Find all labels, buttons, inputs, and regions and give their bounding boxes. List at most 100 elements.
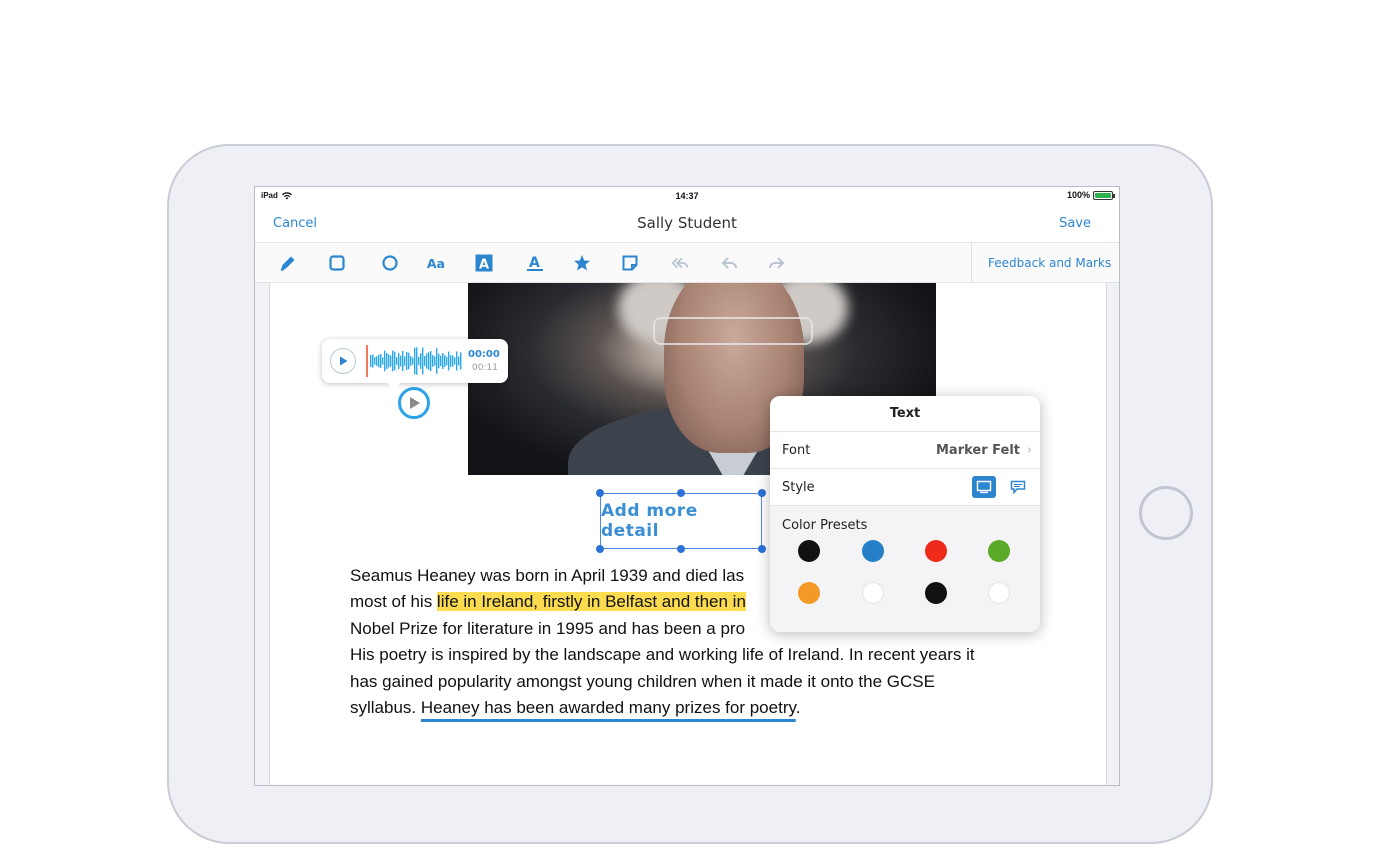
feedback-and-marks-button[interactable]: Feedback and Marks: [988, 256, 1111, 270]
color-swatch[interactable]: [798, 582, 820, 604]
undo-all-icon[interactable]: [669, 252, 691, 274]
audio-waveform[interactable]: [366, 345, 464, 377]
audio-callout-tail: [386, 382, 402, 390]
text-box-tool-icon[interactable]: A: [473, 252, 495, 274]
waveform-bar: [380, 354, 382, 368]
waveform-bar: [418, 356, 420, 366]
waveform-bar: [402, 350, 404, 372]
waveform-bar: [374, 357, 376, 365]
waveform-bar: [414, 347, 416, 375]
color-swatch[interactable]: [862, 582, 884, 604]
waveform-bar: [428, 352, 430, 370]
waveform-bar: [454, 357, 456, 365]
battery-fill: [1095, 192, 1111, 198]
style-bubble-button[interactable]: [1006, 476, 1030, 498]
waveform-bar: [398, 352, 400, 370]
toolbar-divider: [971, 243, 972, 283]
waveform-bar: [440, 355, 442, 367]
waveform-bar: [370, 355, 372, 367]
waveform-bar: [386, 352, 388, 370]
waveform-bar: [392, 350, 394, 372]
text-line: has gained popularity amongst young chil…: [350, 671, 935, 691]
rectangle-tool-icon[interactable]: [326, 252, 348, 274]
navigation-bar: Cancel Sally Student Save: [255, 207, 1119, 243]
waveform-bar: [456, 351, 458, 371]
battery-icon: [1093, 190, 1115, 200]
chevron-right-icon: ›: [1026, 443, 1032, 458]
resize-handle[interactable]: [677, 489, 685, 497]
waveform-bar: [434, 356, 436, 366]
status-bar: iPad 14:37 100%: [255, 187, 1119, 207]
pen-tool-icon[interactable]: [277, 252, 299, 274]
audio-elapsed-time: 00:00: [468, 349, 500, 360]
color-swatch[interactable]: [862, 540, 884, 562]
status-time: 14:37: [675, 191, 699, 201]
audio-play-button[interactable]: [330, 348, 356, 374]
font-row[interactable]: Font Marker Felt ›: [770, 432, 1040, 469]
resize-handle[interactable]: [677, 545, 685, 553]
waveform-bar: [408, 352, 410, 370]
style-row: Style: [770, 469, 1040, 506]
annotation-toolbar: Aa A A Feedback and Marks: [255, 243, 1119, 283]
waveform-bar: [400, 355, 402, 367]
font-label: Font: [782, 443, 811, 458]
highlighted-text[interactable]: life in Ireland, firstly in Belfast and …: [436, 592, 746, 612]
waveform-bar: [412, 357, 414, 365]
color-presets-label: Color Presets: [782, 518, 868, 533]
waveform-bar: [426, 353, 428, 369]
svg-text:Aa: Aa: [427, 256, 445, 271]
color-swatch[interactable]: [988, 582, 1010, 604]
color-swatch[interactable]: [988, 540, 1010, 562]
waveform-bar: [416, 347, 418, 375]
popover-title: Text: [770, 396, 1040, 432]
save-button[interactable]: Save: [1059, 216, 1091, 231]
undo-icon[interactable]: [719, 252, 741, 274]
waveform-bar: [424, 355, 426, 367]
waveform-bar: [410, 356, 412, 366]
text-fragment: syllabus.: [350, 698, 421, 718]
resize-handle[interactable]: [596, 489, 604, 497]
waveform-bar: [460, 352, 462, 370]
text-tool-icon[interactable]: Aa: [425, 252, 447, 274]
redo-icon[interactable]: [765, 252, 787, 274]
font-value: Marker Felt: [935, 443, 1020, 458]
audio-duration: 00:11: [472, 363, 498, 373]
circle-tool-icon[interactable]: [379, 252, 401, 274]
text-settings-popover: Text Font Marker Felt › Style Color Pres…: [770, 396, 1040, 632]
svg-text:A: A: [479, 258, 489, 273]
photo-detail: [653, 317, 813, 345]
playhead[interactable]: [366, 345, 368, 377]
waveform-bar: [448, 351, 450, 371]
waveform-bar: [432, 355, 434, 367]
stamp-tool-icon[interactable]: [571, 252, 593, 274]
waveform-bar: [378, 354, 380, 368]
waveform-bar: [444, 355, 446, 367]
svg-text:A: A: [529, 255, 540, 271]
style-label: Style: [782, 480, 815, 495]
color-swatch[interactable]: [798, 540, 820, 562]
waveform-bar: [372, 354, 374, 368]
resize-handle[interactable]: [758, 489, 766, 497]
audio-marker-button[interactable]: [398, 387, 430, 419]
home-button[interactable]: [1139, 486, 1193, 540]
underlined-text[interactable]: Heaney has been awarded many prizes for …: [421, 698, 796, 717]
color-presets-section: Color Presets: [770, 506, 1040, 632]
waveform-bar: [436, 348, 438, 374]
style-options: [972, 476, 1030, 498]
style-box-button[interactable]: [972, 476, 996, 498]
resize-handle[interactable]: [758, 545, 766, 553]
text-annotation-label[interactable]: Add more detail: [601, 501, 761, 541]
waveform-bar: [446, 356, 448, 366]
color-swatch[interactable]: [925, 582, 947, 604]
waveform-bar: [450, 355, 452, 367]
highlight-text-tool-icon[interactable]: A: [524, 252, 546, 274]
text-annotation-box[interactable]: Add more detail: [600, 493, 762, 549]
text-fragment: .: [795, 698, 801, 718]
waveform-bar: [382, 357, 384, 365]
audio-comment-player: 00:00 00:11: [322, 339, 508, 383]
color-swatch[interactable]: [925, 540, 947, 562]
waveform-bar: [394, 351, 396, 371]
resize-handle[interactable]: [596, 545, 604, 553]
speech-bubble-icon: [1010, 480, 1026, 494]
note-tool-icon[interactable]: [619, 252, 641, 274]
